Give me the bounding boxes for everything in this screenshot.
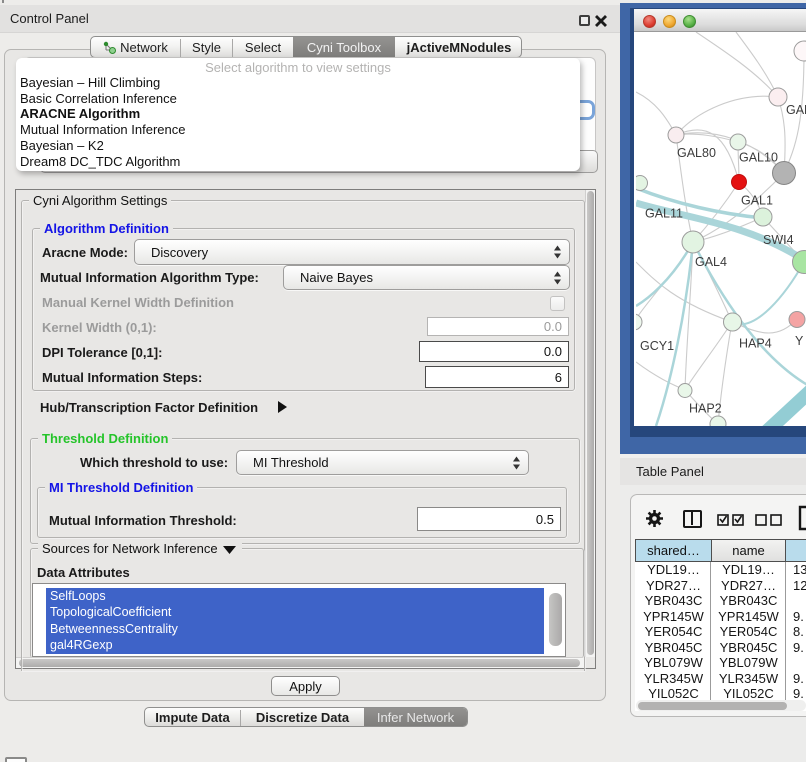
svg-text:GAL4: GAL4 xyxy=(695,255,727,269)
svg-text:GCY1: GCY1 xyxy=(640,339,674,353)
svg-text:SWI4: SWI4 xyxy=(763,233,794,247)
svg-text:GAL11: GAL11 xyxy=(645,207,683,221)
svg-text:HAP4: HAP4 xyxy=(739,337,772,351)
svg-text:GAL1: GAL1 xyxy=(741,194,773,208)
svg-text:Y: Y xyxy=(795,334,804,348)
svg-text:GAL80: GAL80 xyxy=(677,146,716,160)
svg-text:HAP2: HAP2 xyxy=(689,402,722,416)
svg-text:GAL: GAL xyxy=(786,103,806,117)
svg-text:GAL10: GAL10 xyxy=(739,151,778,165)
